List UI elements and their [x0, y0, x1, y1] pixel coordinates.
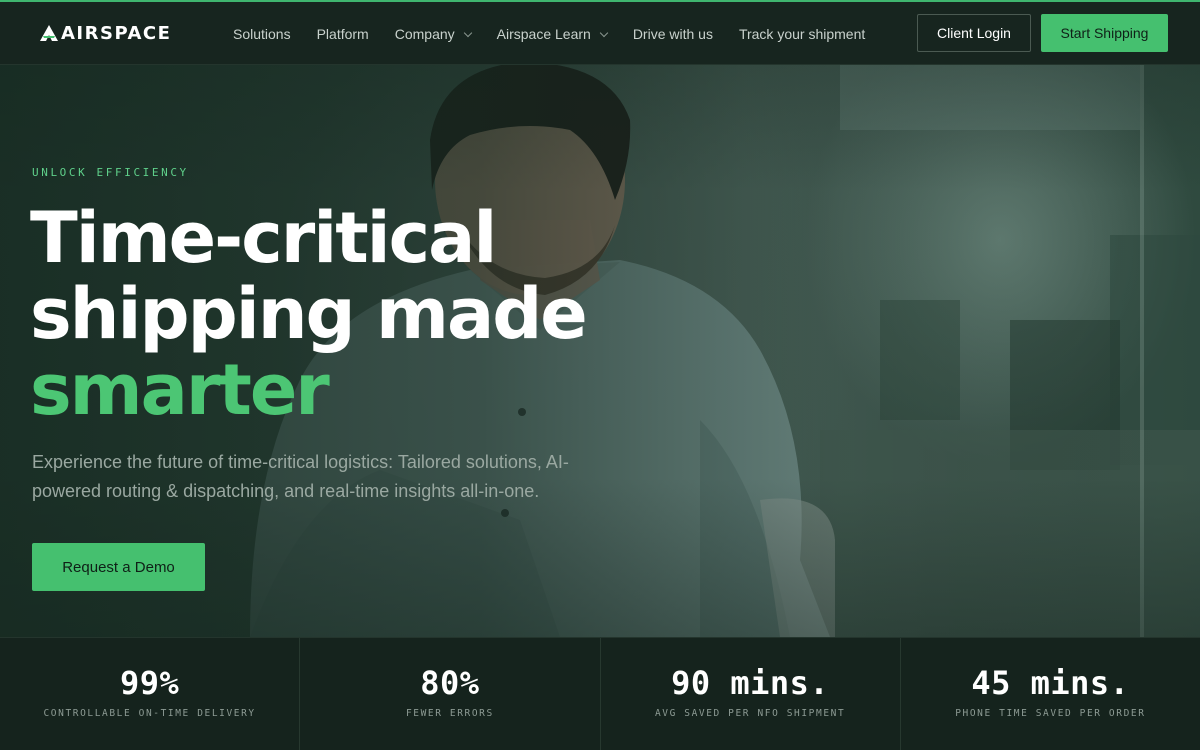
nav-link-platform[interactable]: Platform	[317, 22, 369, 46]
stat-label: PHONE TIME SAVED PER ORDER	[955, 708, 1146, 719]
chevron-down-icon	[463, 28, 472, 37]
headline-line-2: shipping made	[30, 273, 588, 355]
nav-link-company[interactable]: Company	[394, 22, 472, 46]
stat-value: 80%	[420, 664, 480, 702]
stats-bar: 99% CONTROLLABLE ON-TIME DELIVERY 80% FE…	[0, 637, 1200, 750]
nav-links: Solutions Platform Company Airspace Lear…	[233, 22, 891, 46]
client-login-button[interactable]: Client Login	[917, 14, 1031, 52]
stat-value: 90 mins.	[671, 664, 830, 702]
stat-value: 99%	[119, 664, 180, 702]
stat-item: 90 mins. AVG SAVED PER NFO SHIPMENT	[599, 638, 900, 750]
nav-link-track-shipment[interactable]: Track your shipment	[739, 22, 865, 46]
nav-link-drive-with-us[interactable]: Drive with us	[633, 22, 713, 46]
start-shipping-button[interactable]: Start Shipping	[1041, 14, 1168, 52]
nav-link-label: Track your shipment	[738, 26, 866, 42]
brand-logo[interactable]: AIRSPACE	[39, 21, 171, 45]
chevron-down-icon	[599, 28, 609, 37]
nav-link-airspace-learn[interactable]: Airspace Learn	[496, 22, 609, 46]
nav-link-label: Platform	[316, 26, 369, 42]
stat-label: AVG SAVED PER NFO SHIPMENT	[654, 708, 846, 719]
nav-link-solutions[interactable]: Solutions	[233, 22, 291, 46]
stat-item: 45 mins. PHONE TIME SAVED PER ORDER	[899, 638, 1200, 750]
hero-eyebrow: UNLOCK EFFICIENCY	[32, 166, 189, 179]
brand-name: AIRSPACE	[61, 22, 172, 44]
stat-value: 45 mins.	[971, 664, 1130, 702]
airspace-logo-icon	[40, 25, 58, 41]
nav-link-label: Company	[394, 26, 455, 42]
headline-accent: smarter	[30, 349, 330, 431]
stat-item: 80% FEWER ERRORS	[299, 638, 599, 750]
stat-item: 99% CONTROLLABLE ON-TIME DELIVERY	[0, 638, 299, 750]
nav-link-label: Airspace Learn	[496, 26, 591, 42]
stat-label: CONTROLLABLE ON-TIME DELIVERY	[43, 708, 256, 719]
top-navigation: AIRSPACE Solutions Platform Company Airs…	[0, 0, 1200, 65]
headline-line-1: Time-critical	[30, 197, 497, 279]
request-demo-button[interactable]: Request a Demo	[32, 543, 205, 591]
hero-subtext: Experience the future of time-critical l…	[32, 452, 569, 501]
hero-headline: Time-critical shipping made smarter	[30, 197, 588, 431]
nav-link-label: Solutions	[233, 26, 291, 42]
nav-link-label: Drive with us	[632, 26, 713, 42]
stat-label: FEWER ERRORS	[405, 708, 494, 719]
